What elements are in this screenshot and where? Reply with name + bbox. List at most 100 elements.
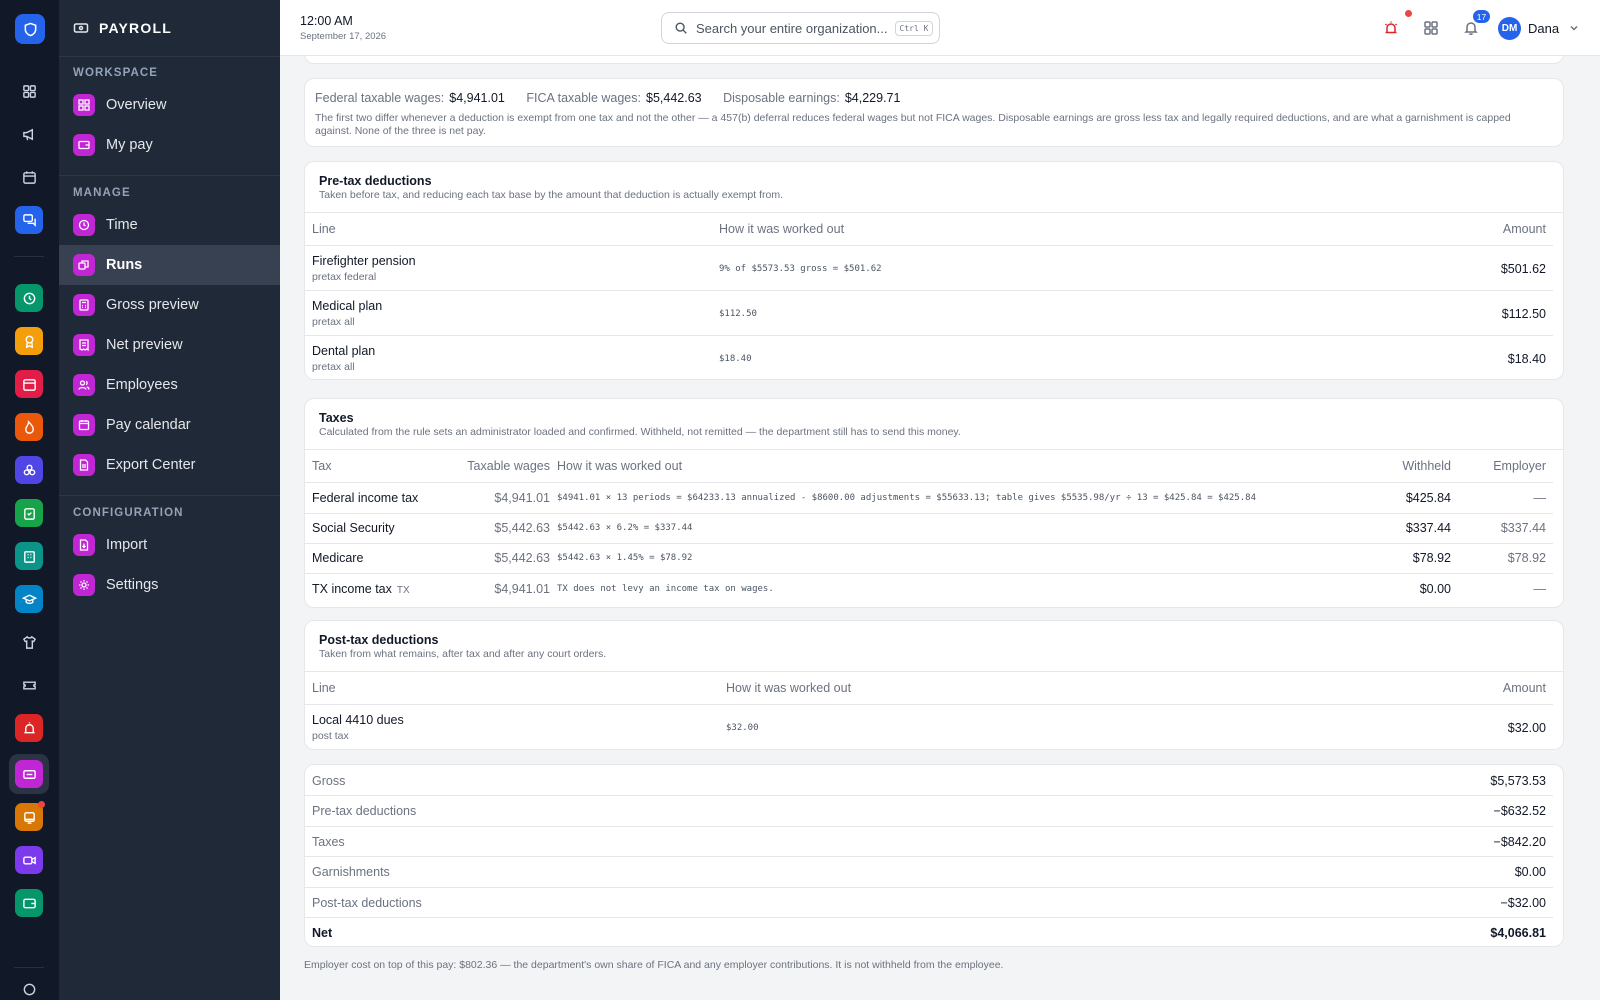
summary-value: $5,573.53	[1490, 774, 1546, 788]
sidebar-item-settings[interactable]: Settings	[59, 565, 280, 605]
divider	[305, 573, 1553, 574]
sidebar-item-label: Import	[106, 537, 148, 553]
sidebar: PAYROLL WORKSPACE Overview My pay MANAGE…	[59, 0, 280, 1000]
gear-icon	[73, 574, 95, 596]
chat-icon[interactable]	[15, 206, 43, 234]
main-content: Federal taxable wages: $4,941.01 FICA tax…	[280, 56, 1600, 1000]
divider	[305, 856, 1553, 857]
sidebar-item-my-pay[interactable]: My pay	[59, 125, 280, 165]
tax-name-text: TX income tax	[312, 582, 392, 596]
summary-label: Garnishments	[312, 865, 390, 879]
help-icon[interactable]	[15, 975, 43, 1000]
sidebar-item-overview[interactable]: Overview	[59, 85, 280, 125]
dashboard-icon[interactable]	[15, 77, 43, 105]
employer-share: —	[1533, 491, 1547, 505]
shield-logo-icon[interactable]	[15, 14, 45, 44]
net-pay-summary-card: Gross $5,573.53 Pre-tax deductions −$632…	[304, 764, 1564, 947]
tax-name: Social Security	[312, 521, 395, 535]
sidebar-item-export-center[interactable]: Export Center	[59, 445, 280, 485]
pretax-deductions-card: Pre-tax deductions Taken before tax, and…	[304, 161, 1564, 380]
sidebar-item-time[interactable]: Time	[59, 205, 280, 245]
divider	[305, 212, 1563, 213]
column-header: How it was worked out	[719, 222, 845, 236]
divider	[305, 482, 1553, 483]
sidebar-item-label: Gross preview	[106, 297, 199, 313]
calculation: TX does not levy an income tax on wages.	[557, 584, 774, 594]
deduction-type: pretax federal	[312, 271, 377, 283]
sidebar-item-label: Runs	[106, 257, 143, 273]
card-subtitle: Taken before tax, and reducing each tax …	[319, 189, 784, 201]
sidebar-item-employees[interactable]: Employees	[59, 365, 280, 405]
graduation-cap-icon[interactable]	[15, 585, 43, 613]
chevron-down-icon[interactable]	[1568, 22, 1580, 34]
siren-icon[interactable]	[15, 714, 43, 742]
taxable-wages: $5,442.63	[494, 521, 550, 535]
sidebar-item-import[interactable]: Import	[59, 525, 280, 565]
divider	[305, 826, 1553, 827]
column-header: How it was worked out	[726, 681, 852, 695]
biohazard-icon[interactable]	[15, 456, 43, 484]
fire-icon[interactable]	[15, 413, 43, 441]
sidebar-item-net-preview[interactable]: Net preview	[59, 325, 280, 365]
sidebar-item-gross-preview[interactable]: Gross preview	[59, 285, 280, 325]
avatar[interactable]: DM	[1498, 17, 1521, 40]
deduction-name: Medical plan	[312, 299, 383, 313]
clipboard-icon[interactable]	[15, 499, 43, 527]
disposable-earnings-value: $4,229.71	[844, 91, 901, 105]
apps-grid-icon[interactable]	[1422, 19, 1440, 37]
badge-icon[interactable]	[15, 327, 43, 355]
user-name[interactable]: Dana	[1528, 21, 1559, 36]
divider	[305, 290, 1553, 291]
megaphone-icon[interactable]	[15, 120, 43, 148]
divider	[305, 449, 1563, 450]
taxable-wages: $5,442.63	[494, 551, 550, 565]
column-header: Employer	[1493, 459, 1546, 473]
amount: $501.62	[1500, 262, 1546, 276]
card-title: Pre-tax deductions	[319, 174, 432, 188]
divider	[305, 917, 1553, 918]
divider	[305, 671, 1563, 672]
sidebar-item-pay-calendar[interactable]: Pay calendar	[59, 405, 280, 445]
previous-card-edge	[304, 56, 1564, 64]
summary-value: $0.00	[1514, 865, 1546, 879]
file-icon	[73, 454, 95, 476]
alarm-icon[interactable]	[1382, 19, 1400, 37]
tax-name: Federal income tax	[312, 491, 418, 505]
withheld: $0.00	[1419, 582, 1451, 596]
calculation: 9% of $5573.53 gross = $501.62	[719, 264, 882, 274]
divider	[305, 887, 1553, 888]
amount: $32.00	[1507, 721, 1546, 735]
sidebar-item-label: My pay	[106, 137, 153, 153]
employer-share: $337.44	[1500, 521, 1546, 535]
ticket-icon[interactable]	[15, 671, 43, 699]
sidebar-item-runs[interactable]: Runs	[59, 245, 280, 285]
top-bar: 12:00 AM September 17, 2026 Search your …	[280, 0, 1600, 56]
column-header: Taxable wages	[467, 459, 550, 473]
wallet-icon[interactable]	[15, 889, 43, 917]
summary-label: Taxes	[312, 835, 345, 849]
card-title: Post-tax deductions	[319, 633, 439, 647]
payroll-icon	[73, 23, 89, 33]
section-manage: MANAGE	[73, 187, 131, 199]
column-header: How it was worked out	[557, 459, 683, 473]
import-icon	[73, 534, 95, 556]
building-icon[interactable]	[15, 542, 43, 570]
global-search-input[interactable]: Search your entire organization... Ctrl …	[661, 12, 940, 44]
schedule-icon[interactable]	[15, 370, 43, 398]
divider	[305, 795, 1553, 796]
tax-name: TX income tax TX	[312, 582, 410, 596]
video-icon[interactable]	[15, 846, 43, 874]
tax-name: Medicare	[312, 551, 363, 565]
fica-wages-label: FICA taxable wages:	[526, 91, 641, 105]
shirt-icon[interactable]	[15, 628, 43, 656]
calendar-icon[interactable]	[15, 163, 43, 191]
payroll-icon[interactable]	[15, 760, 43, 788]
disposable-earnings-label: Disposable earnings:	[723, 91, 840, 105]
withheld: $78.92	[1412, 551, 1451, 565]
sidebar-item-label: Overview	[106, 97, 167, 113]
calculation: $5442.63 × 1.45% = $78.92	[557, 553, 693, 563]
receipt-icon	[73, 334, 95, 356]
sidebar-header: PAYROLL	[59, 0, 280, 57]
calendar-icon	[73, 414, 95, 436]
clock-icon[interactable]	[15, 284, 43, 312]
